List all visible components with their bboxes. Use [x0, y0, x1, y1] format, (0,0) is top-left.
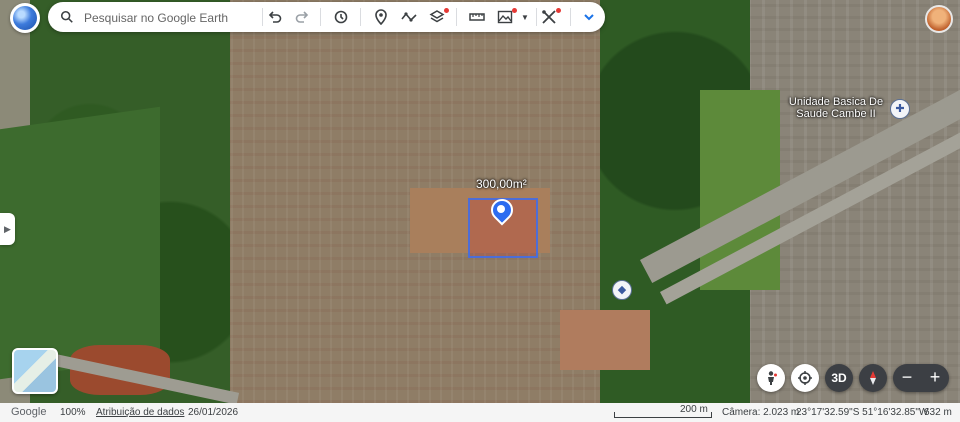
orbit-icon[interactable] — [791, 364, 819, 392]
coordinates: 23°17'32.59"S 51°16'32.85"W — [796, 407, 929, 418]
layers-notification-dot — [444, 8, 449, 13]
ruler-icon[interactable] — [466, 7, 488, 27]
poi-label-line2: Saude Cambe II — [796, 108, 876, 120]
chevron-down-icon[interactable] — [578, 7, 600, 27]
hospital-icon[interactable]: ✚ — [890, 99, 910, 119]
avatar[interactable] — [925, 5, 953, 33]
scale-bar — [614, 412, 712, 418]
compass-icon[interactable] — [859, 364, 887, 392]
search-icon[interactable] — [60, 10, 74, 24]
map-farm-field — [0, 106, 160, 380]
pin-center — [497, 205, 505, 213]
imagery-date: 26/01/2026 — [188, 407, 239, 418]
attribution-link[interactable]: Atribuição de dados — [96, 407, 184, 418]
map-dirt-area — [560, 310, 650, 370]
satellite-map[interactable]: 300,00m² ✚ Unidade Basica De Saude Cambe… — [0, 0, 960, 403]
camera-altitude: Câmera: 2.023 m — [722, 407, 800, 418]
history-icon[interactable] — [330, 7, 352, 27]
tools-notification-dot — [556, 8, 561, 13]
poi-label[interactable]: Unidade Basica De Saude Cambe II — [782, 96, 890, 120]
measurement-label: 300,00m² — [476, 177, 527, 191]
side-panel-toggle[interactable]: ▶ — [0, 213, 15, 245]
globe-icon — [13, 6, 37, 30]
toolbar-divider — [570, 8, 571, 26]
status-bar: Google 100% Atribuição de dados 26/01/20… — [0, 403, 960, 422]
zoom-out-button[interactable]: − — [893, 364, 921, 392]
redo-icon[interactable] — [291, 7, 313, 27]
zoom-level: 100% — [60, 407, 86, 418]
toolbar-divider — [360, 8, 361, 26]
toolbar-divider — [262, 8, 263, 26]
google-logo: Google — [11, 406, 47, 418]
building-icon[interactable]: ◆ — [612, 280, 632, 300]
elevation: 632 m — [924, 407, 952, 418]
zoom-control: − + — [893, 364, 949, 392]
3d-toggle-button[interactable]: 3D — [825, 364, 853, 392]
map-layer-thumbnail[interactable] — [12, 348, 58, 394]
search-input[interactable] — [82, 7, 266, 29]
top-toolbar: ▼ — [48, 2, 605, 32]
toolbar-divider — [536, 8, 537, 26]
undo-icon[interactable] — [264, 7, 286, 27]
map-style-dropdown-icon[interactable]: ▼ — [514, 7, 536, 27]
pegman-icon[interactable] — [757, 364, 785, 392]
placemark-icon[interactable] — [370, 7, 392, 27]
earth-menu-button[interactable] — [10, 3, 40, 33]
path-icon[interactable] — [398, 7, 420, 27]
chevron-right-icon: ▶ — [4, 224, 11, 234]
zoom-in-button[interactable]: + — [921, 364, 949, 392]
toolbar-divider — [456, 8, 457, 26]
toolbar-divider — [320, 8, 321, 26]
poi-label-line1: Unidade Basica De — [788, 96, 884, 108]
